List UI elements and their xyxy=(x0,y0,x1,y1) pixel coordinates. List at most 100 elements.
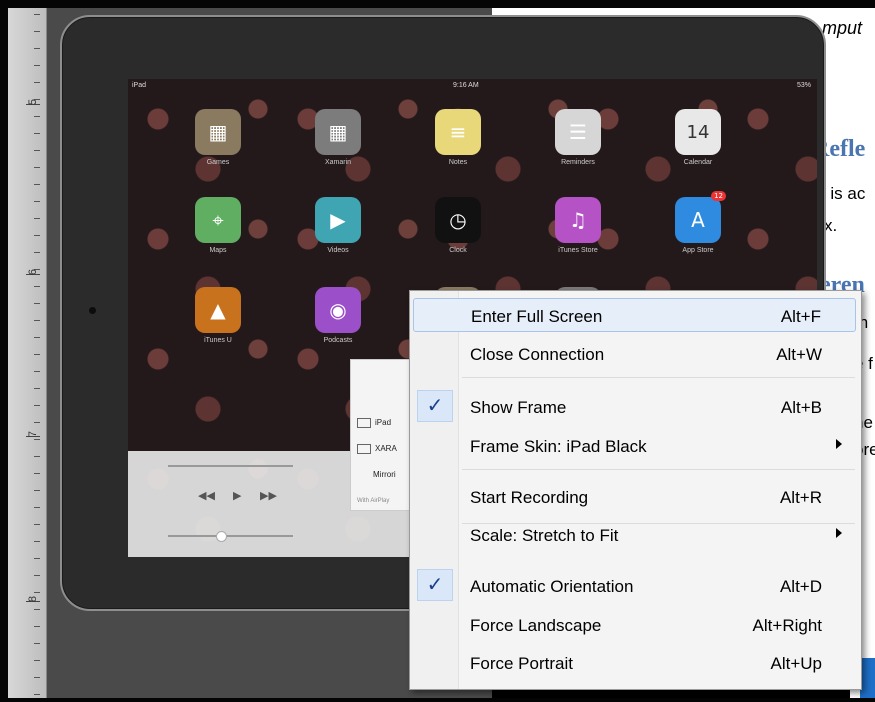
status-bar: iPad 9:16 AM 53% xyxy=(128,79,817,93)
ruler-tick xyxy=(34,507,40,508)
ruler-label: 6 xyxy=(27,268,40,276)
vertical-ruler: 5 6 7 8 xyxy=(8,8,47,698)
mirroring-label: Mirrori xyxy=(373,470,396,479)
ruler-tick xyxy=(34,286,40,287)
ruler-tick xyxy=(34,337,40,338)
menu-item-label: Force Portrait xyxy=(470,654,573,673)
app-icon-games[interactable]: ▦ Games xyxy=(188,109,248,166)
submenu-arrow-icon xyxy=(836,439,842,449)
app-label: Videos xyxy=(327,247,349,254)
camera-dot xyxy=(89,307,96,314)
ruler-tick xyxy=(34,235,40,236)
airplay-device-ipad[interactable]: iPad xyxy=(357,418,391,428)
ruler-tick xyxy=(34,558,40,559)
app-label: iTunes Store xyxy=(558,247,598,254)
appstore-icon: A xyxy=(675,197,721,243)
checkmark-icon: ✓ xyxy=(417,390,453,422)
app-icon-reminders[interactable]: ☰ Reminders xyxy=(548,109,608,166)
app-icon-itunes-store[interactable]: ♫ iTunes Store xyxy=(548,197,608,254)
notification-badge: 12 xyxy=(711,191,726,201)
app-label: Calendar xyxy=(683,159,713,166)
ruler-tick xyxy=(34,677,40,678)
menu-item-shortcut: Alt+R xyxy=(779,488,822,507)
document-text-line: r is ac xyxy=(820,184,866,203)
ruler-tick xyxy=(34,490,40,491)
menu-item-label: Start Recording xyxy=(470,488,589,507)
ruler-label: 8 xyxy=(27,595,40,603)
podcast-icon: ◉ xyxy=(315,287,361,333)
app-label: Maps xyxy=(209,247,227,254)
ruler-tick xyxy=(34,626,40,627)
app-label: Podcasts xyxy=(323,337,353,344)
menu-item-show-frame[interactable]: ✓ Show Frame Alt+B xyxy=(413,390,856,424)
rewind-icon[interactable]: ◀◀ xyxy=(198,489,215,502)
document-blue-edge xyxy=(860,658,875,698)
menu-item-shortcut: Alt+W xyxy=(776,345,822,364)
app-icon-podcasts[interactable]: ◉ Podcasts xyxy=(308,287,368,344)
app-label: Notes xyxy=(448,159,468,166)
reminders-icon: ☰ xyxy=(555,109,601,155)
app-label: Clock xyxy=(449,247,467,254)
app-label: Xamarin xyxy=(324,159,352,166)
menu-item-frame-skin-ipad-black[interactable]: Frame Skin: iPad Black xyxy=(413,429,856,463)
app-label: iTunes U xyxy=(204,337,232,344)
app-icon-itunes-u[interactable]: ▲ iTunes U xyxy=(188,287,248,344)
ruler-tick xyxy=(34,473,40,474)
volume-slider[interactable] xyxy=(168,535,293,537)
menu-item-label: Frame Skin: iPad Black xyxy=(470,437,647,456)
menu-item-enter-full-screen[interactable]: Enter Full Screen Alt+F xyxy=(413,298,856,332)
folder-icon: ▦ xyxy=(315,109,361,155)
ruler-tick xyxy=(34,609,40,610)
screen-icon xyxy=(357,444,371,454)
ruler-tick xyxy=(34,252,40,253)
graduation-icon: ▲ xyxy=(195,287,241,333)
ruler-tick xyxy=(34,388,40,389)
fast-forward-icon[interactable]: ▶▶ xyxy=(260,489,277,502)
app-label: App Store xyxy=(682,247,714,254)
menu-item-automatic-orientation[interactable]: ✓ Automatic Orientation Alt+D xyxy=(413,569,856,603)
app-label: Reminders xyxy=(561,159,595,166)
calendar-icon: 14 xyxy=(675,109,721,155)
app-label: Games xyxy=(206,159,230,166)
ruler-tick xyxy=(34,456,40,457)
menu-item-start-recording[interactable]: Start Recording Alt+R xyxy=(413,480,856,514)
airplay-footer: With AirPlay xyxy=(357,498,390,504)
ruler-tick xyxy=(34,422,40,423)
ruler-tick xyxy=(34,405,40,406)
menu-item-shortcut: Alt+Up xyxy=(770,654,823,673)
menu-item-force-landscape[interactable]: Force Landscape Alt+Right xyxy=(413,608,856,642)
ruler-tick xyxy=(34,541,40,542)
ruler-tick xyxy=(34,218,40,219)
app-icon-xamarin[interactable]: ▦ Xamarin xyxy=(308,109,368,166)
ruler-tick xyxy=(34,201,40,202)
app-icon-maps[interactable]: ⌖ Maps xyxy=(188,197,248,254)
ruler-tick xyxy=(34,320,40,321)
menu-item-shortcut: Alt+Right xyxy=(752,616,822,635)
app-icon-app-store[interactable]: A 12 App Store xyxy=(668,191,728,254)
ruler-label: 7 xyxy=(27,430,40,438)
app-icon-clock[interactable]: ◷ Clock xyxy=(428,197,488,254)
app-icon-videos[interactable]: ▶ Videos xyxy=(308,197,368,254)
menu-separator xyxy=(462,377,855,378)
ruler-tick xyxy=(34,592,40,593)
volume-knob[interactable] xyxy=(216,531,227,542)
ruler-tick xyxy=(34,14,40,15)
document-text-fragment: mput xyxy=(822,18,863,38)
play-icon[interactable]: ▶ xyxy=(233,489,241,502)
menu-item-shortcut: Alt+B xyxy=(780,398,822,417)
checkmark-icon: ✓ xyxy=(417,569,453,601)
airplay-device-xara[interactable]: XARA xyxy=(357,444,397,454)
videos-icon: ▶ xyxy=(315,197,361,243)
menu-item-label: Show Frame xyxy=(470,398,567,417)
clock-icon: ◷ xyxy=(435,197,481,243)
music-icon: ♫ xyxy=(555,197,601,243)
ruler-tick xyxy=(34,643,40,644)
menu-item-label: Scale: Stretch to Fit xyxy=(470,526,619,545)
app-icon-notes[interactable]: ≡ Notes xyxy=(428,109,488,166)
app-icon-calendar[interactable]: 14 Calendar xyxy=(668,109,728,166)
menu-item-close-connection[interactable]: Close Connection Alt+W xyxy=(413,337,856,371)
playback-progress-slider[interactable] xyxy=(168,465,293,467)
ruler-tick xyxy=(34,354,40,355)
ruler-tick xyxy=(34,524,40,525)
menu-item-force-portrait[interactable]: Force Portrait Alt+Up xyxy=(413,646,856,680)
